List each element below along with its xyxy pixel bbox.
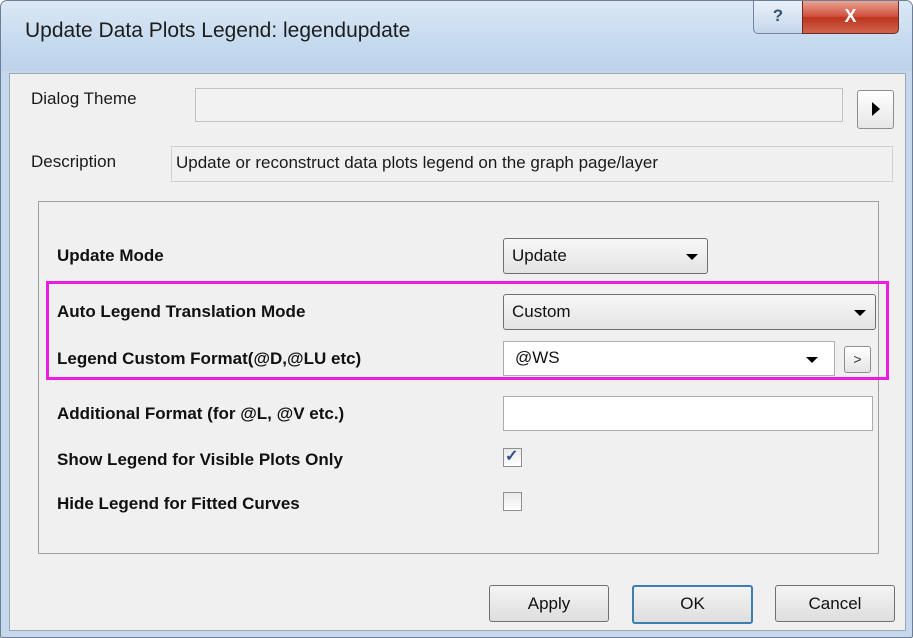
visible-only-label: Show Legend for Visible Plots Only [57, 450, 343, 469]
dialog-theme-field[interactable] [195, 88, 843, 122]
custom-format-combo[interactable]: @WS [503, 341, 835, 376]
update-mode-label: Update Mode [57, 246, 164, 265]
apply-button[interactable]: Apply [489, 585, 609, 622]
hide-fitted-label: Hide Legend for Fitted Curves [57, 494, 300, 513]
description-label: Description [31, 152, 117, 171]
dialog-theme-label: Dialog Theme [31, 89, 137, 108]
close-button[interactable]: X [802, 1, 899, 34]
cancel-button[interactable]: Cancel [775, 585, 895, 622]
auto-translation-value: Custom [512, 302, 571, 321]
description-text: Update or reconstruct data plots legend … [176, 153, 658, 172]
theme-menu-button[interactable] [857, 90, 894, 129]
custom-format-label: Legend Custom Format(@D,@LU etc) [57, 349, 362, 368]
auto-translation-label: Auto Legend Translation Mode [57, 302, 306, 321]
custom-format-value: @WS [515, 348, 560, 367]
chevron-down-icon [854, 310, 866, 316]
title-bar[interactable]: Update Data Plots Legend: legendupdate ?… [1, 1, 912, 71]
help-button[interactable]: ? [753, 1, 803, 34]
description-box: Update or reconstruct data plots legend … [171, 146, 893, 182]
triangle-right-icon [872, 102, 880, 116]
auto-translation-dropdown[interactable]: Custom [503, 294, 876, 330]
visible-only-checkbox[interactable]: ✓ [503, 448, 522, 467]
window-title: Update Data Plots Legend: legendupdate [25, 19, 411, 42]
custom-format-builder-button[interactable]: > [844, 346, 871, 373]
checkmark-icon: ✓ [505, 448, 519, 465]
additional-format-input[interactable] [503, 396, 873, 431]
dialog-body: Dialog Theme Description Update or recon… [9, 73, 906, 631]
chevron-down-icon [806, 357, 818, 363]
update-mode-value: Update [512, 246, 567, 265]
chevron-down-icon [686, 254, 698, 260]
hide-fitted-checkbox[interactable] [503, 492, 522, 511]
update-mode-dropdown[interactable]: Update [503, 238, 708, 274]
ok-button[interactable]: OK [632, 585, 753, 624]
dialog-window: Update Data Plots Legend: legendupdate ?… [0, 0, 913, 638]
additional-format-label: Additional Format (for @L, @V etc.) [57, 404, 345, 423]
